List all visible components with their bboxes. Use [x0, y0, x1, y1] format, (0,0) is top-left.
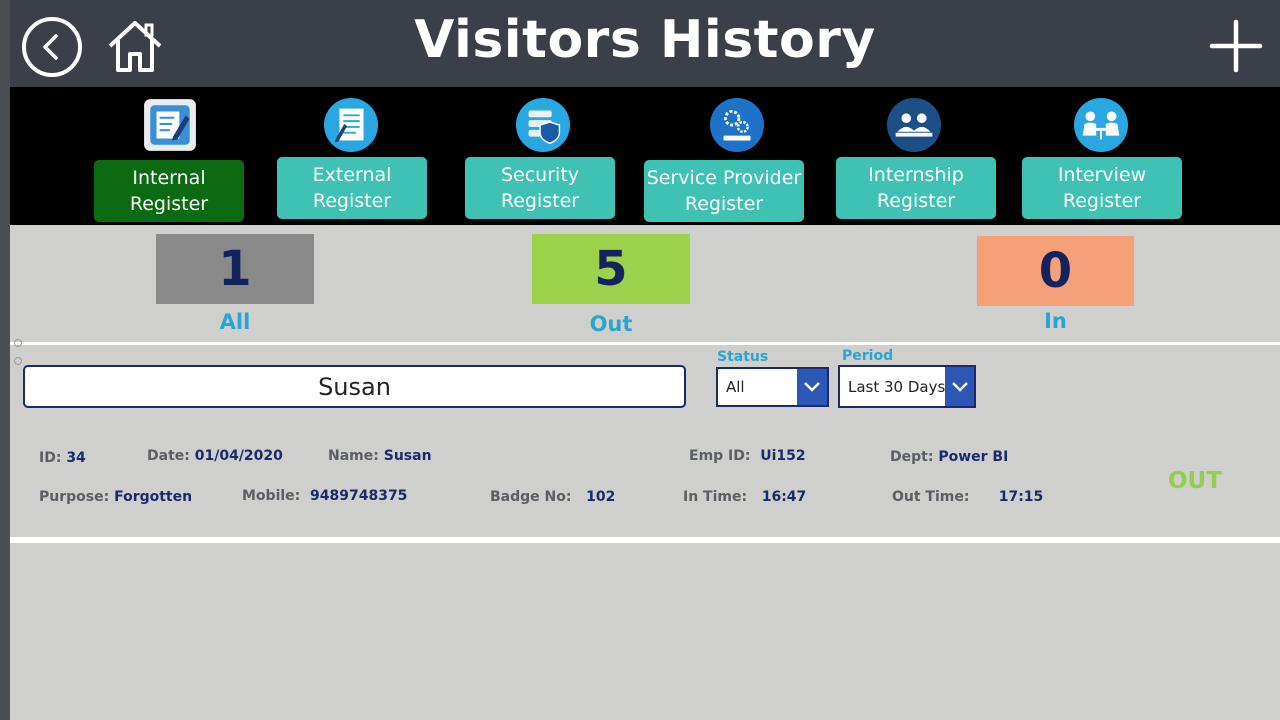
external-register-button[interactable]: External Register	[277, 157, 427, 219]
count-all-tile[interactable]: 1	[156, 234, 314, 304]
status-selected-value: All	[726, 378, 745, 396]
meeting-people-icon	[886, 97, 942, 153]
interview-icon	[1073, 97, 1129, 153]
count-out-tile[interactable]: 5	[532, 234, 690, 304]
chevron-down-icon	[797, 369, 827, 405]
nav-service-provider-register: Service Provider Register	[644, 87, 804, 225]
count-in-label: In	[1044, 309, 1067, 333]
interview-register-button[interactable]: Interview Register	[1022, 157, 1182, 219]
handle-dot	[14, 357, 22, 365]
internal-register-button[interactable]: Internal Register	[94, 160, 244, 222]
plus-icon	[1209, 19, 1263, 73]
nav-external-register: External Register	[277, 87, 427, 225]
record-status-badge: OUT	[1168, 468, 1222, 494]
count-in-tile[interactable]: 0	[977, 236, 1134, 306]
edit-document-icon	[144, 99, 196, 151]
security-server-icon	[515, 97, 571, 153]
record-date: Date: 01/04/2020	[147, 448, 283, 464]
record-out-time: Out Time: 17:15	[892, 489, 1044, 505]
handle-dot	[14, 339, 22, 347]
record-name: Name: Susan	[328, 448, 432, 464]
nav-security-register: Security Register	[465, 87, 615, 225]
section-divider	[10, 342, 1280, 345]
page-title: Visitors History	[414, 10, 876, 70]
record-dept: Dept: Power BI	[890, 449, 1009, 465]
count-all-label: All	[219, 310, 251, 334]
period-filter-label: Period	[842, 348, 894, 364]
count-out-label: Out	[589, 312, 633, 336]
chevron-down-icon	[945, 367, 974, 406]
internship-register-button[interactable]: Internship Register	[836, 157, 996, 219]
nav-interview-register: Interview Register	[1022, 87, 1182, 225]
service-provider-register-button[interactable]: Service Provider Register	[644, 160, 804, 222]
register-nav: Internal Register External Register Secu…	[10, 87, 1280, 225]
record-purpose: Purpose: Forgotten	[39, 489, 193, 505]
desktop-edge	[0, 0, 10, 720]
record-in-time: In Time: 16:47	[683, 489, 807, 505]
record-mobile: Mobile: 9489748375	[242, 488, 408, 504]
header-bar: Visitors History	[10, 0, 1280, 87]
nav-internship-register: Internship Register	[836, 87, 996, 225]
status-filter-label: Status	[717, 349, 769, 365]
notepad-icon	[323, 97, 379, 153]
add-visitor-button[interactable]	[1208, 18, 1264, 74]
status-dropdown[interactable]: All	[716, 367, 829, 407]
record-emp-id: Emp ID: Ui152	[689, 448, 806, 464]
record-divider	[10, 537, 1280, 543]
period-dropdown[interactable]: Last 30 Days	[838, 365, 976, 408]
nav-internal-register: Internal Register	[94, 87, 244, 225]
security-register-button[interactable]: Security Register	[465, 157, 615, 219]
search-input[interactable]	[23, 365, 686, 408]
services-gear-icon	[709, 97, 765, 153]
record-badge: Badge No: 102	[490, 489, 616, 505]
period-selected-value: Last 30 Days	[848, 377, 946, 396]
app-window: Visitors History Internal Register Exter…	[10, 0, 1280, 720]
record-id: ID: 34	[39, 450, 86, 466]
